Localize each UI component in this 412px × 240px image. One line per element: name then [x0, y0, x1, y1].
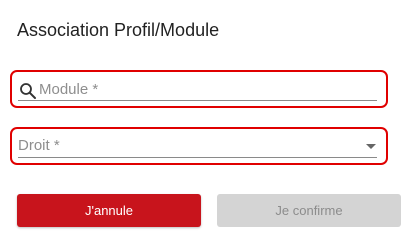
droit-underline [18, 157, 377, 158]
search-icon [20, 83, 36, 99]
droit-placeholder: Droit * [18, 137, 60, 154]
cancel-button[interactable]: J'annule [17, 194, 201, 227]
dialog-title: Association Profil/Module [17, 20, 220, 40]
droit-select[interactable]: Droit * [18, 135, 376, 157]
module-search-input[interactable] [39, 78, 369, 100]
module-field-highlight [10, 70, 388, 108]
droit-field-highlight: Droit * [10, 127, 388, 165]
chevron-down-icon[interactable] [366, 144, 376, 149]
confirm-button[interactable]: Je confirme [217, 194, 401, 227]
module-underline [18, 100, 377, 101]
